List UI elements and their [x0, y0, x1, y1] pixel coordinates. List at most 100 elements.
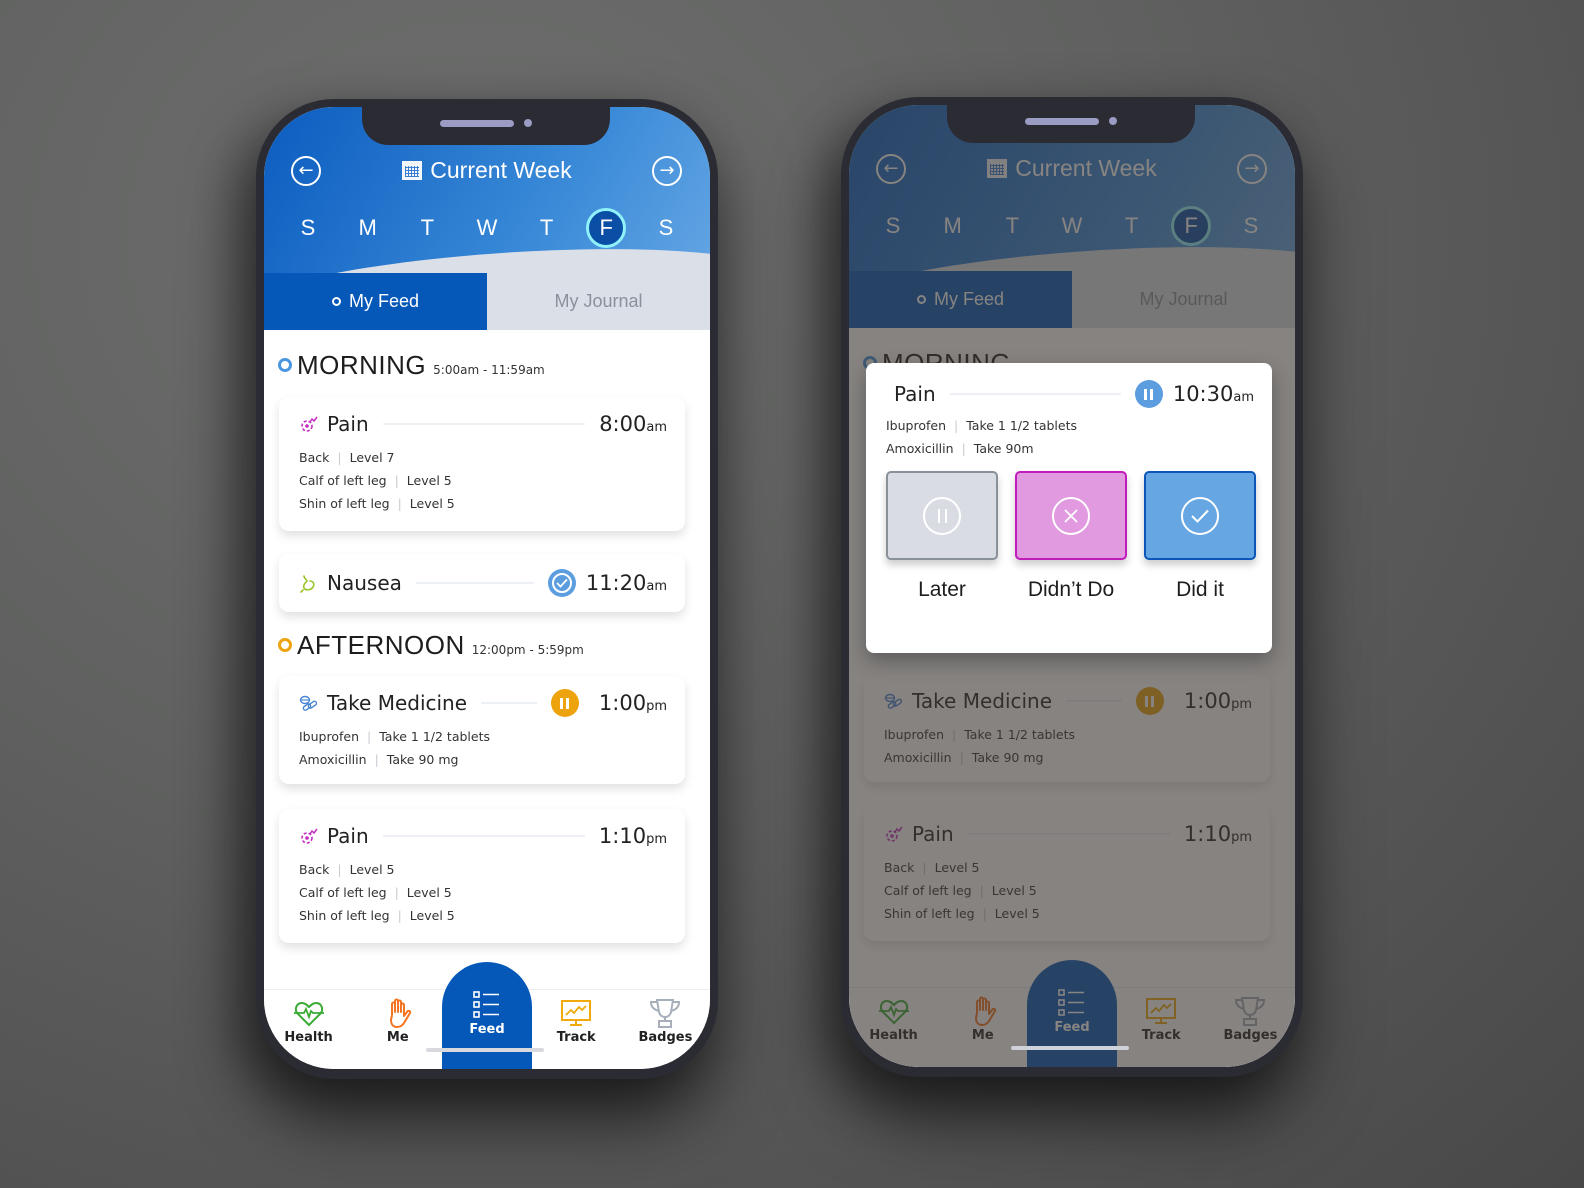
nav-me[interactable]: Me [353, 990, 442, 1069]
nausea-icon [300, 575, 315, 593]
pain-icon [301, 828, 318, 844]
week-title-text: Current Week [430, 157, 572, 183]
time-suffix: am [1233, 390, 1254, 405]
phone-modal: ← Current Week → S M T W T F S My Feed [841, 97, 1303, 1077]
day-tue[interactable]: T [407, 208, 447, 248]
tab-my-journal-label: My Journal [554, 291, 643, 311]
did-it-button[interactable]: Did it [1144, 471, 1256, 602]
card-title: Pain [327, 824, 369, 848]
afternoon-ring-icon [278, 638, 292, 652]
morning-ring-icon [278, 358, 292, 372]
didnt-do-tile[interactable] [1015, 471, 1127, 560]
later-tile[interactable] [886, 471, 998, 560]
detail-row: Shin of left leg | Level 5 [299, 904, 455, 927]
feed-tabs: My Feed My Journal [264, 273, 710, 330]
separator: | [961, 441, 966, 456]
speaker [1025, 118, 1099, 125]
later-label: Later [918, 578, 966, 601]
time-suffix: pm [646, 699, 667, 714]
time-suffix: am [646, 420, 667, 435]
feed-card-nausea[interactable]: Nausea 11:20am [279, 554, 685, 612]
day-thu[interactable]: T [527, 208, 567, 248]
time-value: 11:20 [585, 571, 647, 595]
card-title: Pain [327, 412, 369, 436]
home-indicator[interactable] [426, 1048, 544, 1052]
home-indicator[interactable] [1011, 1046, 1129, 1050]
timeline-line [382, 423, 586, 425]
detail-row: Calf of left leg | Level 5 [299, 469, 455, 492]
timeline-line [382, 835, 585, 837]
tab-my-feed[interactable]: My Feed [264, 273, 487, 330]
medicine-icon [299, 695, 318, 711]
card-time: 11:20am [586, 571, 667, 595]
didnt-do-button[interactable]: Didn’t Do [1015, 471, 1127, 602]
detail-value: Level 5 [349, 862, 395, 877]
time-value: 8:00 [599, 412, 647, 436]
week-title: Current Week [264, 157, 710, 184]
timeline-line [949, 393, 1121, 395]
detail-row: Shin of left leg | Level 5 [299, 492, 455, 515]
detail-value: Take 90 mg [386, 752, 459, 767]
section-title: AFTERNOON [297, 630, 465, 660]
paused-status-icon [1134, 380, 1163, 408]
camera [1109, 117, 1117, 125]
time-suffix: am [646, 579, 667, 594]
speaker [440, 120, 514, 127]
detail-label: Back [299, 862, 330, 877]
nav-feed-inner: Feed [442, 962, 532, 1069]
day-sat[interactable]: S [646, 208, 686, 248]
day-sun[interactable]: S [288, 208, 328, 248]
did-it-label: Did it [1176, 578, 1224, 601]
detail-value: Take 1 1/2 tablets [966, 418, 1078, 433]
day-wed[interactable]: W [467, 208, 507, 248]
completed-status-icon[interactable] [547, 569, 576, 597]
timeline-line [415, 582, 534, 584]
feed-list[interactable]: MORNING 5:00am - 11:59am Pain 8:00am Bac… [264, 330, 710, 990]
separator: | [374, 752, 379, 767]
separator: | [397, 496, 402, 511]
section-range: 5:00am - 11:59am [433, 363, 545, 377]
detail-label: Shin of left leg [299, 908, 390, 923]
nav-feed-label: Feed [469, 1022, 505, 1037]
did-it-tile[interactable] [1144, 471, 1256, 560]
didnt-do-label: Didn’t Do [1027, 578, 1115, 601]
section-morning: MORNING 5:00am - 11:59am [278, 350, 545, 381]
notch [947, 105, 1195, 143]
tab-my-feed-label: My Feed [348, 291, 420, 311]
nav-badges[interactable]: Badges [621, 990, 710, 1069]
later-button[interactable]: Later [886, 471, 998, 602]
section-title: MORNING [297, 350, 427, 380]
card-time: 1:10pm [599, 824, 667, 848]
separator: | [337, 450, 342, 465]
timeline-line [481, 702, 537, 704]
detail-label: Amoxicillin [299, 752, 367, 767]
card-title: Take Medicine [327, 691, 468, 715]
screen: ← Current Week → S M T W T F S My Feed [849, 105, 1295, 1067]
detail-label: Ibuprofen [886, 418, 947, 433]
detail-label: Ibuprofen [299, 729, 360, 744]
modal-header: Pain 10:30am [894, 379, 1254, 409]
nav-track[interactable]: Track [532, 990, 621, 1069]
paused-status-icon[interactable] [550, 689, 579, 717]
detail-value: Level 5 [409, 496, 455, 511]
notch [362, 107, 610, 145]
check-icon [551, 573, 572, 593]
detail-value: Level 7 [349, 450, 395, 465]
section-afternoon: AFTERNOON 12:00pm - 5:59pm [278, 630, 584, 661]
arrow-right-circle-icon[interactable]: → [652, 156, 682, 186]
detail-label: Back [299, 450, 330, 465]
feed-card-pain-morning[interactable]: Pain 8:00am Back | Level 7 Calf of left le… [279, 397, 685, 531]
day-mon[interactable]: M [348, 208, 388, 248]
nav-health[interactable]: Health [264, 990, 353, 1069]
tab-my-journal[interactable]: My Journal [487, 273, 710, 330]
modal-title: Pain [894, 382, 936, 406]
separator: | [367, 729, 372, 744]
nav-feed[interactable]: Feed [442, 962, 532, 1069]
detail-value: Level 5 [409, 908, 455, 923]
feed-card-pain-afternoon[interactable]: Pain 1:10pm Back | Level 5 Calf of left le… [279, 809, 685, 943]
check-circle-icon [1181, 496, 1219, 535]
day-fri-selected[interactable]: F [586, 208, 627, 248]
feed-card-take-medicine[interactable]: Take Medicine 1:00pm Ibuprofen | Take 1 1/… [279, 676, 685, 784]
chart-monitor-icon [561, 1000, 592, 1026]
modal-time: 10:30am [1173, 382, 1254, 406]
